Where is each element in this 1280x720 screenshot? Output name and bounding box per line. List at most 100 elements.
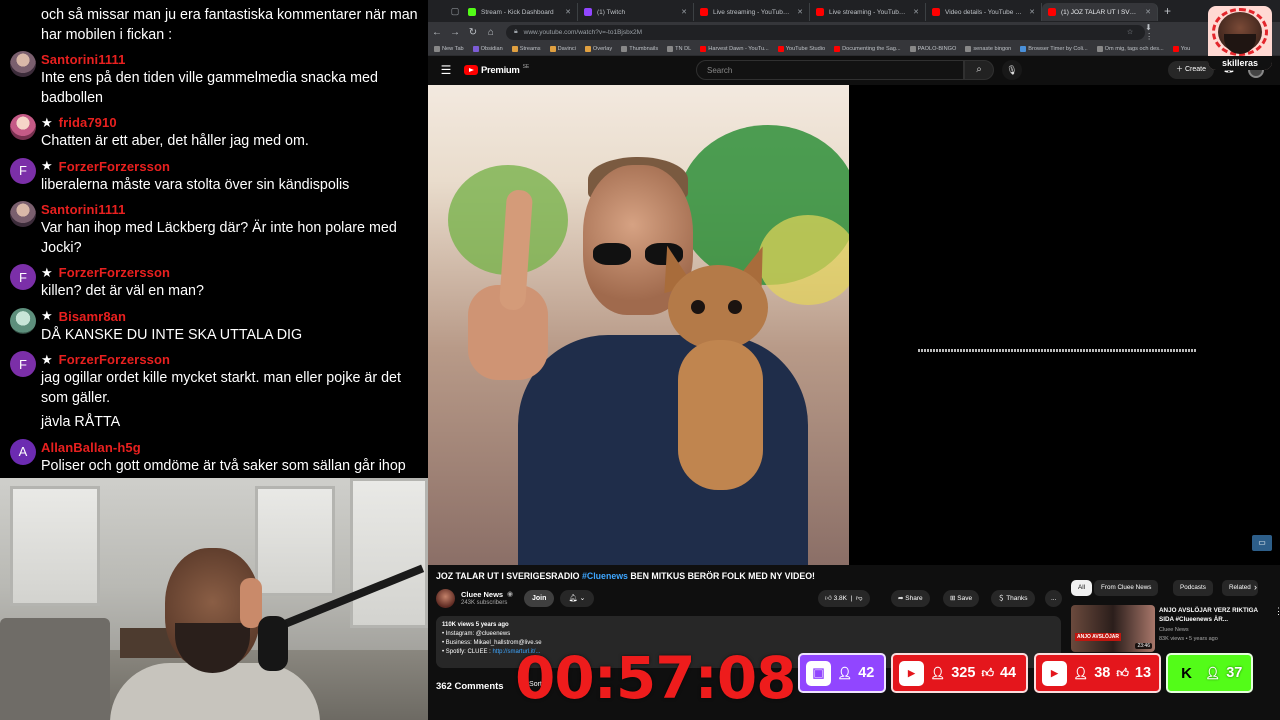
microphone-icon[interactable]: 🎙︎ (1002, 60, 1022, 80)
chat-message: F ★ ForzerForzersson killen? det är väl e… (10, 263, 418, 302)
verified-icon: ◉ (507, 591, 514, 598)
chip-related[interactable]: Related (1222, 580, 1258, 596)
chat-username[interactable]: Santorini1111 (41, 52, 125, 67)
browser-tab[interactable]: Stream - Kick Dashboard ✕ (462, 3, 578, 21)
close-icon[interactable]: ✕ (913, 8, 919, 16)
bookmark-item[interactable]: New Tab (434, 45, 464, 52)
tab-search-icon[interactable]: ▢ (448, 6, 462, 17)
bookmark-item[interactable]: Overlay (584, 45, 612, 52)
bookmark-item[interactable]: PAOLO-BINGO (909, 45, 956, 52)
bookmark-icon (777, 45, 784, 52)
youtube-viewer-count: 38 (1094, 665, 1111, 681)
bookmark-item[interactable]: You (1172, 45, 1190, 52)
chat-message-text: Poliser och gott omdöme är två saker som… (41, 457, 406, 474)
bookmark-item[interactable]: Harvest Dawn - YouTu... (700, 45, 769, 52)
streamer-name: skilleras (1208, 56, 1272, 70)
chevron-right-icon[interactable]: › (1254, 582, 1257, 592)
forward-icon[interactable]: → (446, 27, 464, 38)
youtube-logo[interactable]: Premium SE (464, 64, 529, 76)
subscription-bell-button[interactable]: 🔔︎ ⌄ (560, 590, 594, 607)
back-icon[interactable]: ← (428, 27, 446, 38)
extensions-icon[interactable]: ⬇ ⋮ (1145, 23, 1180, 41)
bookmark-item[interactable]: senaste bingon (965, 45, 1011, 52)
viewer-icon: 👤︎ (1073, 666, 1089, 680)
chat-message-text: Inte ens på den tiden ville gammelmedia … (41, 70, 378, 106)
bookmark-item[interactable]: Documenting the Sag... (834, 45, 901, 52)
browser-tab[interactable]: Live streaming - YouTube Studio✕ (810, 3, 926, 21)
bookmark-item[interactable]: Thumbnails (621, 45, 658, 52)
join-button[interactable]: Join (524, 590, 555, 607)
browser-tab[interactable]: Live streaming - YouTube Studio✕ (694, 3, 810, 21)
video-player[interactable]: ▭ (428, 85, 1280, 565)
youtube-icon: ▶ (899, 660, 924, 686)
chip-from-channel[interactable]: From Cluee News (1094, 580, 1159, 596)
sofa (0, 618, 110, 720)
chat-username[interactable]: ForzerForzersson (59, 159, 170, 174)
thanks-button[interactable]: ＄ Thanks (991, 590, 1035, 607)
browser-tab[interactable]: Video details - YouTube Studio✕ (926, 3, 1042, 21)
channel-avatar[interactable] (436, 589, 455, 608)
chat-username[interactable]: AllanBallan-h5g (41, 440, 141, 455)
miniplayer-icon[interactable]: ▭ (1252, 535, 1272, 551)
bookmark-star-icon[interactable]: ☆ (1127, 28, 1137, 36)
url-text: www.youtube.com/watch?v=-to1Bjsbx2M (523, 28, 642, 36)
close-icon[interactable]: ✕ (797, 8, 803, 16)
close-icon[interactable]: ✕ (1145, 8, 1151, 16)
home-icon[interactable]: ⌂ (482, 27, 500, 38)
new-tab-icon[interactable]: + (1164, 4, 1171, 18)
channel-name[interactable]: Cluee News (461, 590, 503, 599)
bookmark-label: New Tab (442, 45, 464, 52)
chat-message: jävla RÅTTA (10, 413, 418, 433)
address-bar[interactable]: 🔒︎ www.youtube.com/watch?v=-to1Bjsbx2M ☆ (505, 24, 1146, 40)
browser-tab[interactable]: (1) Twitch ✕ (578, 3, 694, 21)
search-input[interactable]: Search (696, 60, 964, 80)
bookmark-icon (434, 45, 440, 52)
chip-podcasts[interactable]: Podcasts (1173, 580, 1213, 596)
youtube-icon (1048, 8, 1056, 16)
webcam-feed (0, 478, 428, 720)
user-avatar (10, 114, 36, 140)
close-icon[interactable]: ✕ (1029, 8, 1035, 16)
bookmarks-bar: New Tab Obsidian Streams Davinci Overlay Thum… (428, 42, 1280, 56)
kick-icon: K (1174, 660, 1199, 686)
close-icon[interactable]: ✕ (565, 8, 571, 16)
bookmark-label: Harvest Dawn - YouTu... (708, 45, 769, 52)
bookmark-item[interactable]: Streams (511, 45, 541, 52)
chat-username[interactable]: Santorini1111 (41, 202, 125, 217)
save-button[interactable]: ⊞ Save (943, 590, 980, 607)
youtube-play-icon (464, 65, 478, 75)
recommended-video-thumbnail[interactable]: ANJO AVSLÖJAR 23:46 (1071, 605, 1155, 652)
bookmark-item[interactable]: TN DL (667, 45, 691, 52)
bookmark-icon (1172, 45, 1179, 52)
chat-username[interactable]: Bisamr8an (59, 309, 126, 324)
bookmark-item[interactable]: YouTube Studio (777, 45, 825, 52)
close-icon[interactable]: ✕ (681, 8, 687, 16)
chat-username[interactable]: ForzerForzersson (59, 352, 170, 367)
bookmark-label: Om mig, tags och des... (1104, 45, 1164, 52)
recommended-video-title[interactable]: ANJO AVSLÖJAR VERZ RIKTIGA SIDA #Clueene… (1159, 606, 1269, 624)
bookmark-item[interactable]: Davinci (549, 45, 576, 52)
search-icon[interactable]: ⌕ (964, 60, 994, 80)
youtube-icon (816, 8, 824, 16)
star-icon: ★ (41, 264, 53, 280)
bookmark-icon (1020, 45, 1027, 52)
chat-username[interactable]: frida7910 (59, 115, 117, 130)
browser-tab-active[interactable]: (1) JOZ TALAR UT I SVERIGES✕ (1042, 3, 1158, 21)
youtube-icon (932, 8, 940, 16)
chat-username[interactable]: ForzerForzersson (59, 265, 170, 280)
user-avatar: F (10, 264, 36, 290)
menu-icon[interactable]: ☰ (428, 63, 464, 77)
like-button[interactable]: 👍︎ 3.8K | 👎︎ (818, 590, 870, 607)
share-button[interactable]: ➦ Share (891, 590, 930, 607)
bookmark-item[interactable]: Browser Timer by Coli... (1020, 45, 1088, 52)
youtube-header: ☰ Premium SE Search ⌕ 🎙︎ ＋ Create 🔔︎ (428, 56, 1280, 84)
more-options-icon[interactable]: ⋮ (1274, 606, 1280, 617)
video-duration: 23:46 (1135, 643, 1152, 649)
bookmark-item[interactable]: Om mig, tags och des... (1096, 45, 1164, 52)
bookmark-item[interactable]: Obsidian (472, 45, 503, 52)
reload-icon[interactable]: ↻ (464, 27, 482, 38)
chat-message-text: liberalerna måste vara stolta över sin k… (41, 176, 350, 193)
recommended-video-channel[interactable]: Cluee News (1159, 627, 1189, 633)
hashtag-link[interactable]: #Cluenews (582, 571, 628, 581)
chip-all[interactable]: All (1071, 580, 1092, 596)
